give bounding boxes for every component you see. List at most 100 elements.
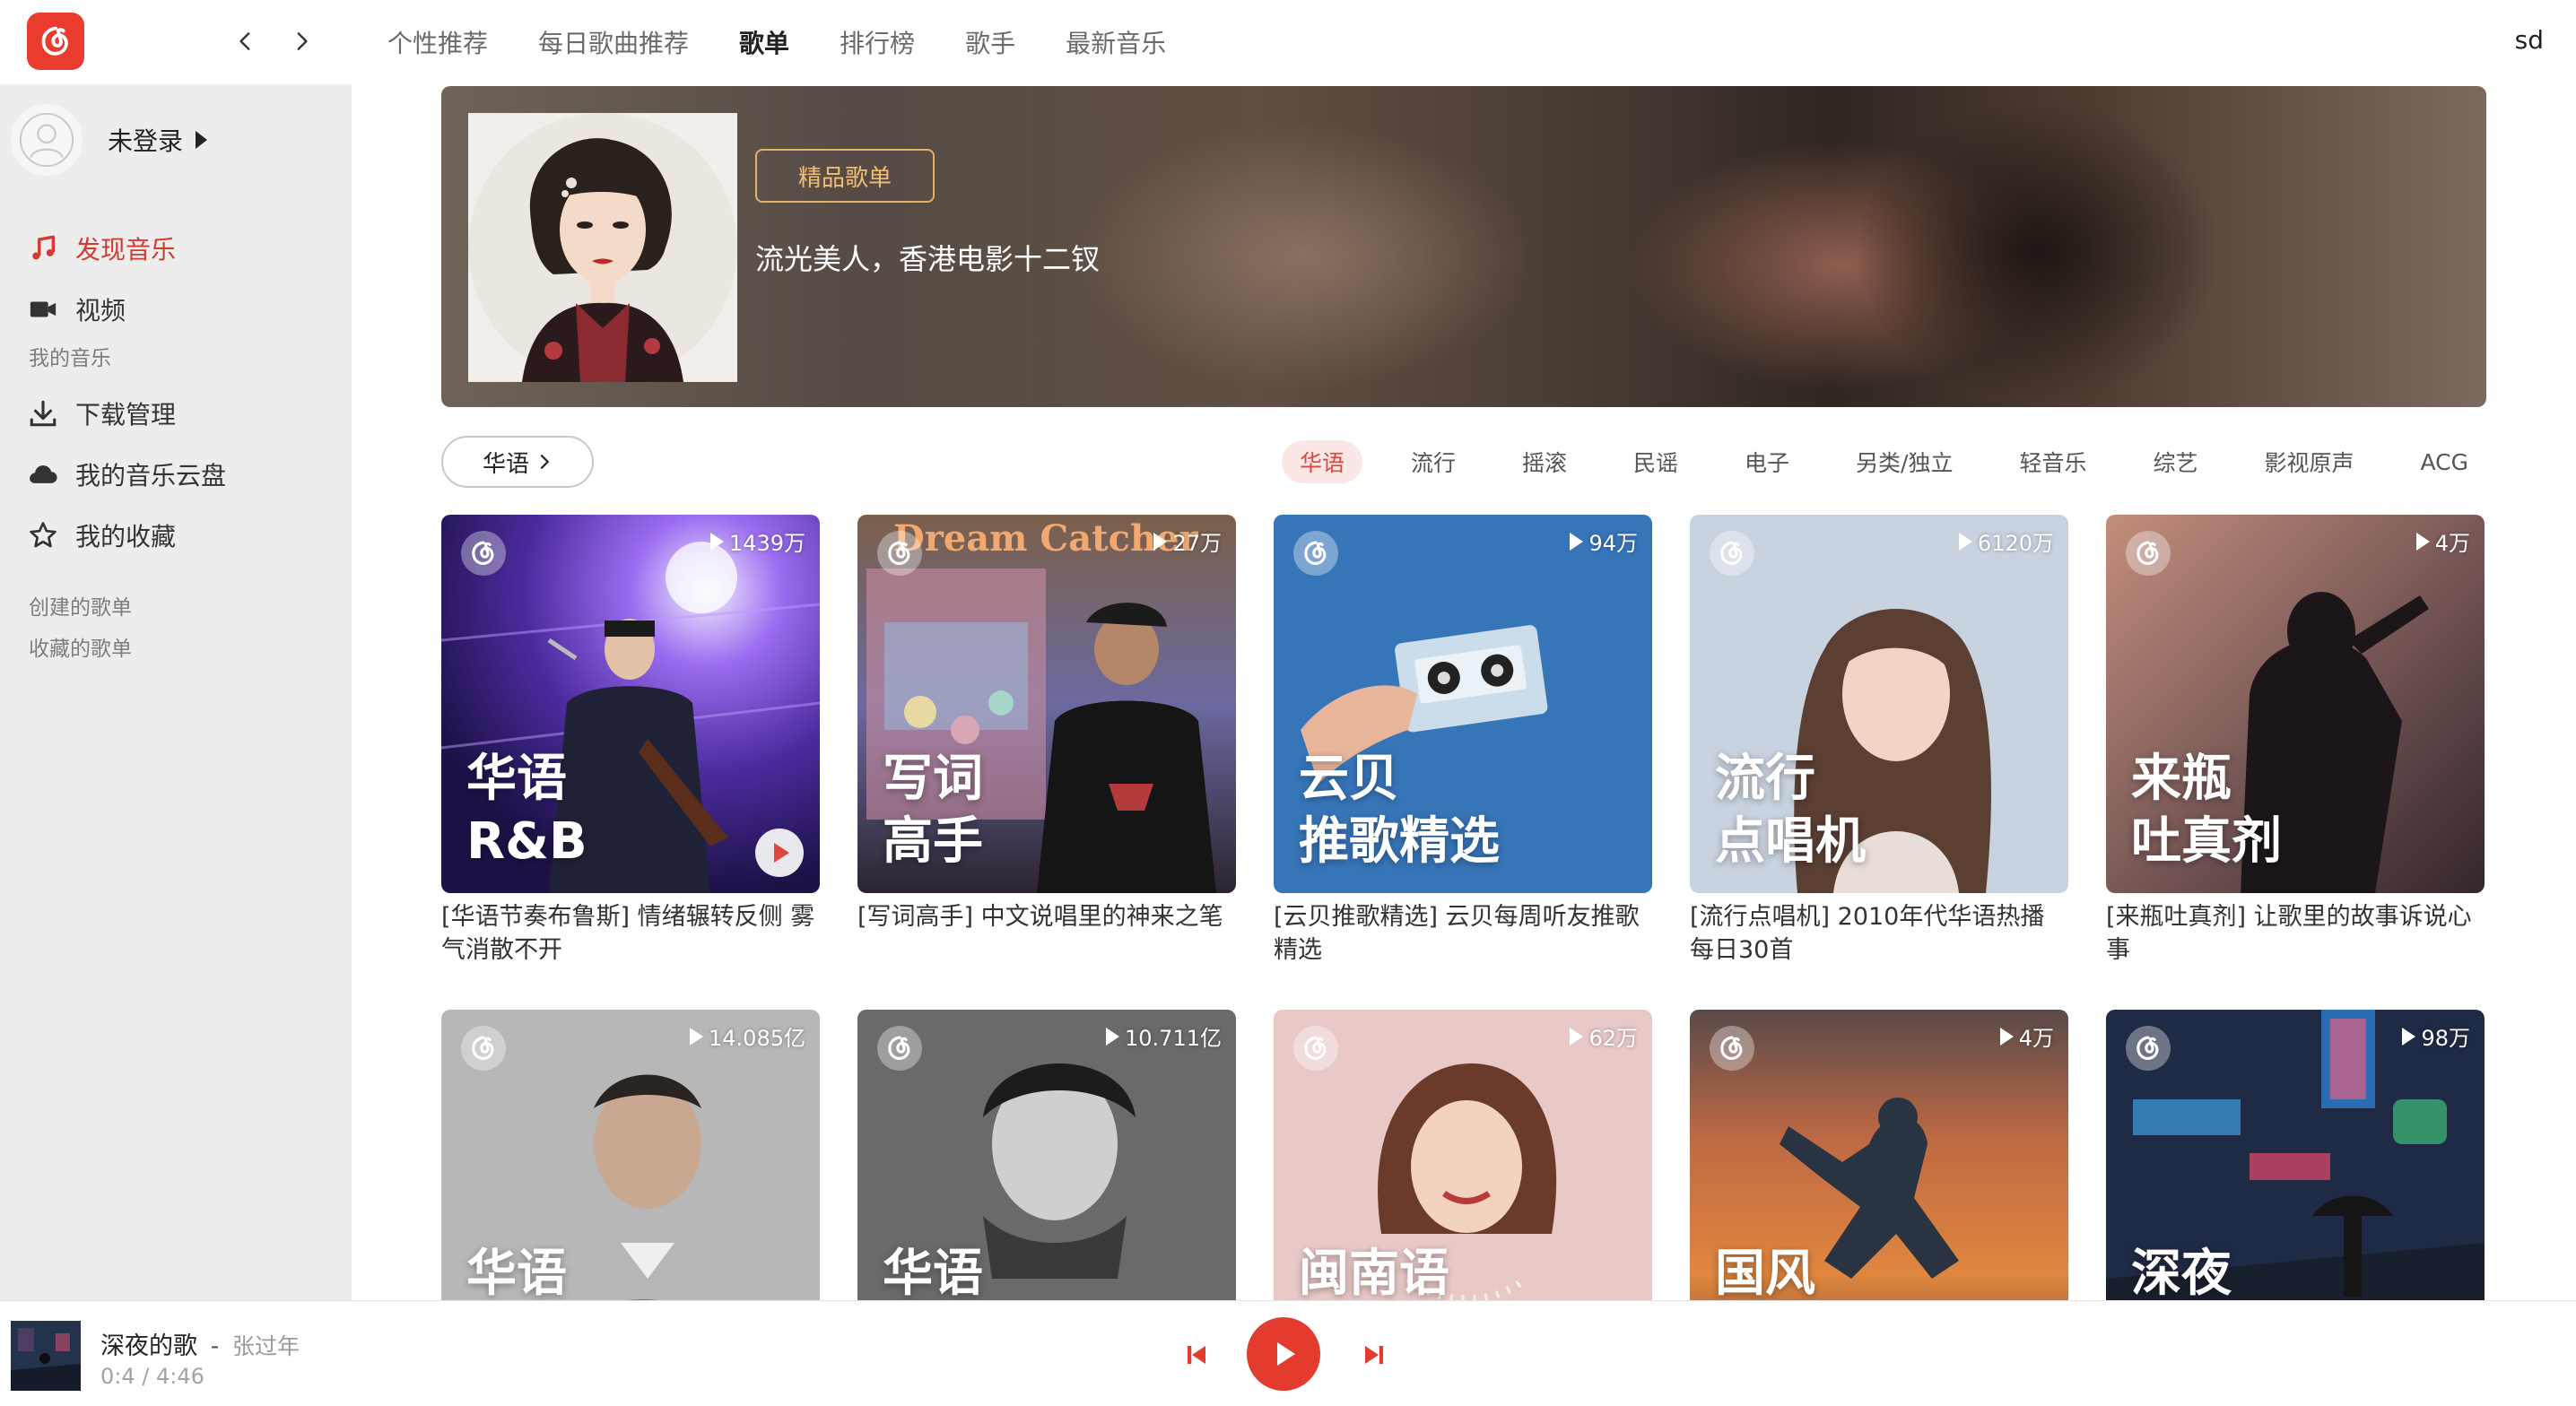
section-created-playlists[interactable]: 创建的歌单	[29, 590, 132, 621]
playlist-cover[interactable]: 4万 来瓶 吐真剂	[2106, 515, 2485, 893]
play-count: 27万	[1153, 525, 1222, 557]
playlist-card[interactable]: 6120万 流行 点唱机 [流行点唱机] 2010年代华语热播每日30首	[1690, 515, 2068, 967]
tag-rock[interactable]: 摇滚	[1504, 440, 1585, 483]
sidebar-item-video[interactable]: 视频	[27, 287, 126, 332]
cover-text: 华语 R&B	[466, 750, 587, 871]
playlist-card[interactable]: 4万 来瓶 吐真剂 [来瓶吐真剂] 让歌里的故事诉说心事	[2106, 515, 2485, 967]
play-count: 1439万	[709, 525, 805, 557]
sidebar-item-cloud-drive[interactable]: 我的音乐云盘	[27, 452, 226, 497]
cover-text: 华语	[466, 1245, 567, 1300]
playlist-cover[interactable]: 6120万 流行 点唱机	[1690, 515, 2068, 893]
playlist-cover[interactable]: 98万 深夜	[2106, 1010, 2485, 1300]
tag-acg[interactable]: ACG	[2403, 444, 2487, 481]
play-count-icon	[2402, 1027, 2416, 1046]
playlist-card[interactable]: 1439万 华语 R&B [华语节奏布鲁斯] 情绪辗转反侧 雾气消散不开	[441, 515, 820, 967]
featured-playlist-banner[interactable]: 精品歌单 流光美人，香港电影十二钗	[441, 86, 2486, 407]
caret-right-icon	[196, 131, 208, 149]
tag-pop[interactable]: 流行	[1393, 440, 1474, 483]
playlist-title[interactable]: [华语节奏布鲁斯] 情绪辗转反侧 雾气消散不开	[441, 900, 820, 967]
chevron-right-icon	[540, 455, 549, 469]
sidebar-item-discover-music[interactable]: 发现音乐	[27, 226, 176, 271]
netease-logo-icon	[877, 531, 922, 576]
skip-previous-icon	[1188, 1346, 1205, 1364]
playlist-cover[interactable]: 4万 国风	[1690, 1010, 2068, 1300]
banner-cover-image[interactable]	[468, 113, 737, 382]
playlist-card[interactable]: 98万 深夜	[2106, 1010, 2485, 1300]
user-icon	[19, 112, 74, 168]
tab-new-music[interactable]: 最新音乐	[1066, 24, 1166, 60]
playlist-card[interactable]: 10.711亿 华语	[857, 1010, 1236, 1300]
sidebar-item-label: 我的收藏	[75, 522, 177, 551]
category-select-label: 华语	[482, 450, 529, 478]
play-count-icon	[1106, 1027, 1120, 1046]
next-track-button[interactable]	[1354, 1335, 1394, 1375]
playlist-cover[interactable]: 1439万 华语 R&B	[441, 515, 820, 893]
forward-arrow-icon[interactable]	[282, 22, 321, 61]
tag-soundtrack[interactable]: 影视原声	[2246, 440, 2371, 483]
sidebar-item-label: 发现音乐	[75, 235, 177, 265]
playlist-card[interactable]: 62万 闽南语	[1274, 1010, 1652, 1300]
top-bar: 个性推荐 每日歌曲推荐 歌单 排行榜 歌手 最新音乐 sd	[0, 0, 2576, 84]
playlist-card[interactable]: 14.085亿 华语	[441, 1010, 820, 1300]
playlist-cover[interactable]: 62万 闽南语	[1274, 1010, 1652, 1300]
play-count: 10.711亿	[1106, 1020, 1222, 1052]
top-tabs: 个性推荐 每日歌曲推荐 歌单 排行榜 歌手 最新音乐	[387, 0, 1216, 84]
tag-alternative-indie[interactable]: 另类/独立	[1838, 440, 1971, 483]
banner-description[interactable]: 流光美人，香港电影十二钗	[755, 237, 1100, 278]
play-count: 4万	[2415, 525, 2470, 557]
play-count-icon	[709, 532, 724, 551]
login-label: 未登录	[108, 126, 184, 156]
play-pause-button[interactable]	[1247, 1317, 1320, 1391]
tag-folk[interactable]: 民谣	[1615, 440, 1696, 483]
playlist-cover[interactable]: 14.085亿 华语	[441, 1010, 820, 1300]
top-user-name[interactable]: sd	[2515, 25, 2544, 55]
tab-personal-recommend[interactable]: 个性推荐	[387, 24, 488, 60]
tab-charts[interactable]: 排行榜	[840, 24, 915, 60]
playlist-cover[interactable]: 10.711亿 华语	[857, 1010, 1236, 1300]
sidebar-item-label: 我的音乐云盘	[75, 461, 227, 490]
cover-text: 云贝 推歌精选	[1299, 750, 1500, 871]
song-title[interactable]: 深夜的歌	[100, 1332, 197, 1360]
section-collected-playlists[interactable]: 收藏的歌单	[29, 631, 132, 662]
tag-light-music[interactable]: 轻音乐	[2001, 440, 2104, 483]
playlist-cover[interactable]: Dream Catcher 27万 写词 高手	[857, 515, 1236, 893]
previous-track-button[interactable]	[1177, 1335, 1216, 1375]
sidebar-item-downloads[interactable]: 下载管理	[27, 391, 176, 436]
sidebar-item-label: 下载管理	[75, 400, 177, 430]
playlist-card[interactable]: 4万 国风	[1690, 1010, 2068, 1300]
playlist-title[interactable]: [流行点唱机] 2010年代华语热播每日30首	[1690, 900, 2068, 967]
section-my-music: 我的音乐	[29, 347, 111, 370]
play-count: 14.085亿	[690, 1020, 805, 1052]
back-arrow-icon[interactable]	[226, 22, 265, 61]
now-playing-cover[interactable]	[11, 1321, 81, 1391]
sidebar-item-favorites[interactable]: 我的收藏	[27, 513, 176, 558]
playlist-card[interactable]: Dream Catcher 27万 写词 高手 [写词高手] 中文说唱里的神来之笔	[857, 515, 1236, 967]
login-button[interactable]: 未登录	[11, 104, 208, 176]
tab-playlists[interactable]: 歌单	[739, 24, 789, 60]
playlist-title[interactable]: [来瓶吐真剂] 让歌里的故事诉说心事	[2106, 900, 2485, 967]
playlist-card[interactable]: 94万 云贝 推歌精选 [云贝推歌精选] 云贝每周听友推歌精选	[1274, 515, 1652, 967]
premium-playlist-tag[interactable]: 精品歌单	[755, 149, 935, 203]
tab-daily-songs[interactable]: 每日歌曲推荐	[538, 24, 689, 60]
playback-time: 0:4 / 4:46	[100, 1364, 205, 1389]
play-count: 94万	[1570, 525, 1638, 557]
category-select-button[interactable]: 华语	[441, 436, 594, 488]
play-count: 4万	[1999, 1020, 2054, 1052]
song-artist[interactable]: 张过年	[232, 1333, 300, 1359]
playlist-title[interactable]: [写词高手] 中文说唱里的神来之笔	[857, 900, 1236, 967]
play-icon[interactable]	[755, 829, 804, 877]
song-separator: -	[210, 1332, 220, 1360]
cover-text: 流行 点唱机	[1715, 750, 1866, 871]
skip-next-icon	[1365, 1346, 1383, 1364]
tag-variety[interactable]: 综艺	[2135, 440, 2215, 483]
tab-artists[interactable]: 歌手	[965, 24, 1015, 60]
netease-logo-icon	[461, 531, 506, 576]
tag-electronic[interactable]: 电子	[1727, 440, 1807, 483]
tag-huayu[interactable]: 华语	[1281, 440, 1362, 483]
play-icon	[1277, 1342, 1295, 1366]
netease-music-logo-icon[interactable]	[27, 13, 84, 70]
playlist-title[interactable]: [云贝推歌精选] 云贝每周听友推歌精选	[1274, 900, 1652, 967]
playlist-cover[interactable]: 94万 云贝 推歌精选	[1274, 515, 1652, 893]
category-tags: 华语 流行 摇滚 民谣 电子 另类/独立 轻音乐 综艺 影视原声 ACG	[1251, 438, 2486, 486]
main-content: 精品歌单 流光美人，香港电影十二钗 华语 华语 流行 摇滚 民谣 电子 另类/独…	[352, 84, 2576, 1300]
